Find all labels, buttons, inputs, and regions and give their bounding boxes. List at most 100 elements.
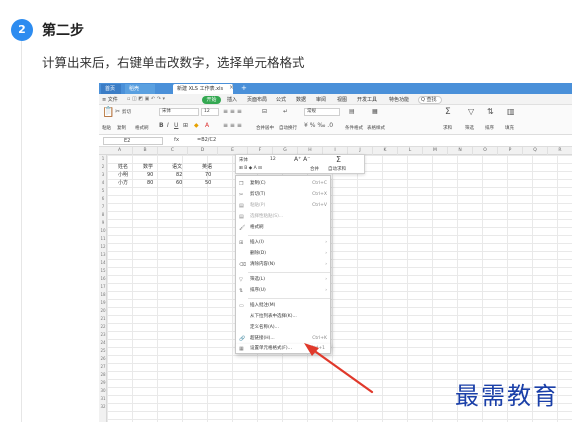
column-header-l[interactable]: L	[398, 147, 423, 155]
tab-home[interactable]: 首页	[101, 84, 121, 94]
column-header-m[interactable]: M	[423, 147, 448, 155]
table-style-label[interactable]: 表格样式	[367, 125, 385, 131]
cell-b3[interactable]: 80	[147, 179, 153, 187]
italic-icon[interactable]: I	[167, 122, 169, 129]
row-header-26[interactable]: 26	[99, 355, 107, 363]
sort-icon[interactable]: ⇅	[487, 107, 494, 116]
formula-input[interactable]: =B2/C2	[197, 137, 216, 143]
cell-a2[interactable]: 小明	[118, 171, 128, 179]
font-size-select[interactable]: 12	[201, 108, 219, 116]
row-header-15[interactable]: 15	[99, 267, 107, 275]
row-header-12[interactable]: 12	[99, 243, 107, 251]
menu-paste-special[interactable]: ▤ 选择性粘贴(S)...	[236, 212, 332, 222]
row-header-2[interactable]: 2	[99, 163, 107, 171]
table-style-icon[interactable]: ▦	[372, 108, 378, 115]
menu-delete[interactable]: 删除(D) ›	[236, 249, 332, 259]
merge-label[interactable]: 合并居中	[256, 125, 274, 131]
cell-d3[interactable]: 50	[205, 179, 211, 187]
paste-label[interactable]: 粘贴	[102, 125, 111, 131]
row-header-28[interactable]: 28	[99, 371, 107, 379]
align-icons[interactable]: ≡ ≡ ≡	[223, 108, 242, 115]
menu-pick-from-list[interactable]: 从下拉列表中选择(K)...	[236, 312, 332, 322]
menu-special[interactable]: 特色功能	[389, 96, 409, 103]
quick-access-icons[interactable]: ▫ ◫ ◩ ▣ ↶ ↷ ▾	[127, 96, 165, 102]
cell-c1[interactable]: 语文	[172, 163, 182, 171]
cell-c2[interactable]: 82	[176, 171, 182, 179]
number-format-icons[interactable]: ¥ % ‰ .0	[304, 122, 333, 129]
row-header-25[interactable]: 25	[99, 347, 107, 355]
column-header-b[interactable]: B	[133, 147, 158, 155]
mini-font-size[interactable]: 12	[270, 157, 276, 162]
wrap-label[interactable]: 自动换行	[279, 125, 297, 131]
row-header-19[interactable]: 19	[99, 299, 107, 307]
number-format-select[interactable]: 常规	[304, 108, 340, 116]
menu-page-layout[interactable]: 页面布局	[247, 96, 267, 103]
paste-icon[interactable]: 📋	[102, 107, 114, 118]
menu-insert-comment[interactable]: ▭ 插入批注(M)	[236, 301, 332, 311]
menu-copy[interactable]: ❐ 复制(C) Ctrl+C	[236, 179, 332, 189]
row-header-32[interactable]: 32	[99, 403, 107, 411]
column-header-r[interactable]: R	[548, 147, 572, 155]
row-header-24[interactable]: 24	[99, 339, 107, 347]
cut-icon[interactable]: ✂	[115, 108, 120, 115]
row-header-16[interactable]: 16	[99, 275, 107, 283]
menu-clear-contents[interactable]: ⌫ 清除内容(N) ›	[236, 260, 332, 270]
new-tab-icon[interactable]: +	[241, 84, 247, 92]
row-header-1[interactable]: 1	[99, 155, 107, 163]
cell-a3[interactable]: 小方	[118, 179, 128, 187]
row-header-8[interactable]: 8	[99, 211, 107, 219]
fill-label[interactable]: 填充	[505, 125, 514, 131]
underline-icon[interactable]: U	[174, 122, 178, 129]
row-header-30[interactable]: 30	[99, 387, 107, 395]
align-icons-2[interactable]: ≡ ≡ ≡	[223, 122, 242, 129]
menu-review[interactable]: 审阅	[316, 96, 326, 103]
column-header-k[interactable]: K	[373, 147, 398, 155]
menu-formulas[interactable]: 公式	[276, 96, 286, 103]
filter-label[interactable]: 筛选	[465, 125, 474, 131]
font-family-select[interactable]: 宋体	[159, 108, 199, 116]
row-header-14[interactable]: 14	[99, 259, 107, 267]
menu-view[interactable]: 视图	[337, 96, 347, 103]
row-header-11[interactable]: 11	[99, 235, 107, 243]
row-header-6[interactable]: 6	[99, 195, 107, 203]
row-header-20[interactable]: 20	[99, 307, 107, 315]
wrap-icon[interactable]: ↵	[283, 108, 288, 115]
row-header-4[interactable]: 4	[99, 179, 107, 187]
column-header-a[interactable]: A	[107, 147, 133, 155]
menu-start[interactable]: 开始	[202, 95, 221, 104]
border-icon[interactable]: ⊞	[183, 122, 188, 129]
row-header-7[interactable]: 7	[99, 203, 107, 211]
menu-format-painter[interactable]: 🖌 格式刷	[236, 223, 332, 233]
conditional-format-icon[interactable]: ▤	[349, 108, 355, 115]
column-header-d[interactable]: D	[188, 147, 218, 155]
sum-label[interactable]: 求和	[443, 125, 452, 131]
column-header-o[interactable]: O	[473, 147, 498, 155]
name-box[interactable]: E2	[103, 137, 163, 145]
cell-a1[interactable]: 姓名	[118, 163, 128, 171]
row-header-23[interactable]: 23	[99, 331, 107, 339]
menu-file[interactable]: ≡ 文件	[102, 96, 118, 103]
row-header-29[interactable]: 29	[99, 379, 107, 387]
column-header-n[interactable]: N	[448, 147, 473, 155]
menu-define-name[interactable]: 定义名称(A)...	[236, 323, 332, 333]
menu-data[interactable]: 数据	[296, 96, 306, 103]
menu-filter[interactable]: ▽ 筛选(L) ›	[236, 275, 332, 285]
merge-icon[interactable]: ⊟	[262, 108, 267, 115]
row-header-13[interactable]: 13	[99, 251, 107, 259]
mini-font[interactable]: 宋体	[239, 157, 248, 163]
sum-icon[interactable]: Σ	[445, 107, 451, 117]
cell-d2[interactable]: 70	[205, 171, 211, 179]
row-header-17[interactable]: 17	[99, 283, 107, 291]
mini-format-icons[interactable]: ⊞ B ◆ A ⊟	[239, 166, 262, 171]
row-header-27[interactable]: 27	[99, 363, 107, 371]
cell-b2[interactable]: 90	[147, 171, 153, 179]
close-tab-icon[interactable]: ×	[229, 84, 234, 91]
row-header-22[interactable]: 22	[99, 323, 107, 331]
bold-icon[interactable]: B	[159, 122, 164, 129]
row-header-21[interactable]: 21	[99, 315, 107, 323]
column-header-p[interactable]: P	[498, 147, 523, 155]
fx-icon[interactable]: fx	[174, 137, 179, 143]
menu-format-cells[interactable]: ▦ 设置单元格格式(F)... Ctrl+1	[235, 344, 331, 354]
column-header-q[interactable]: Q	[523, 147, 548, 155]
menu-sort[interactable]: ⇅ 排序(U) ›	[236, 286, 332, 296]
